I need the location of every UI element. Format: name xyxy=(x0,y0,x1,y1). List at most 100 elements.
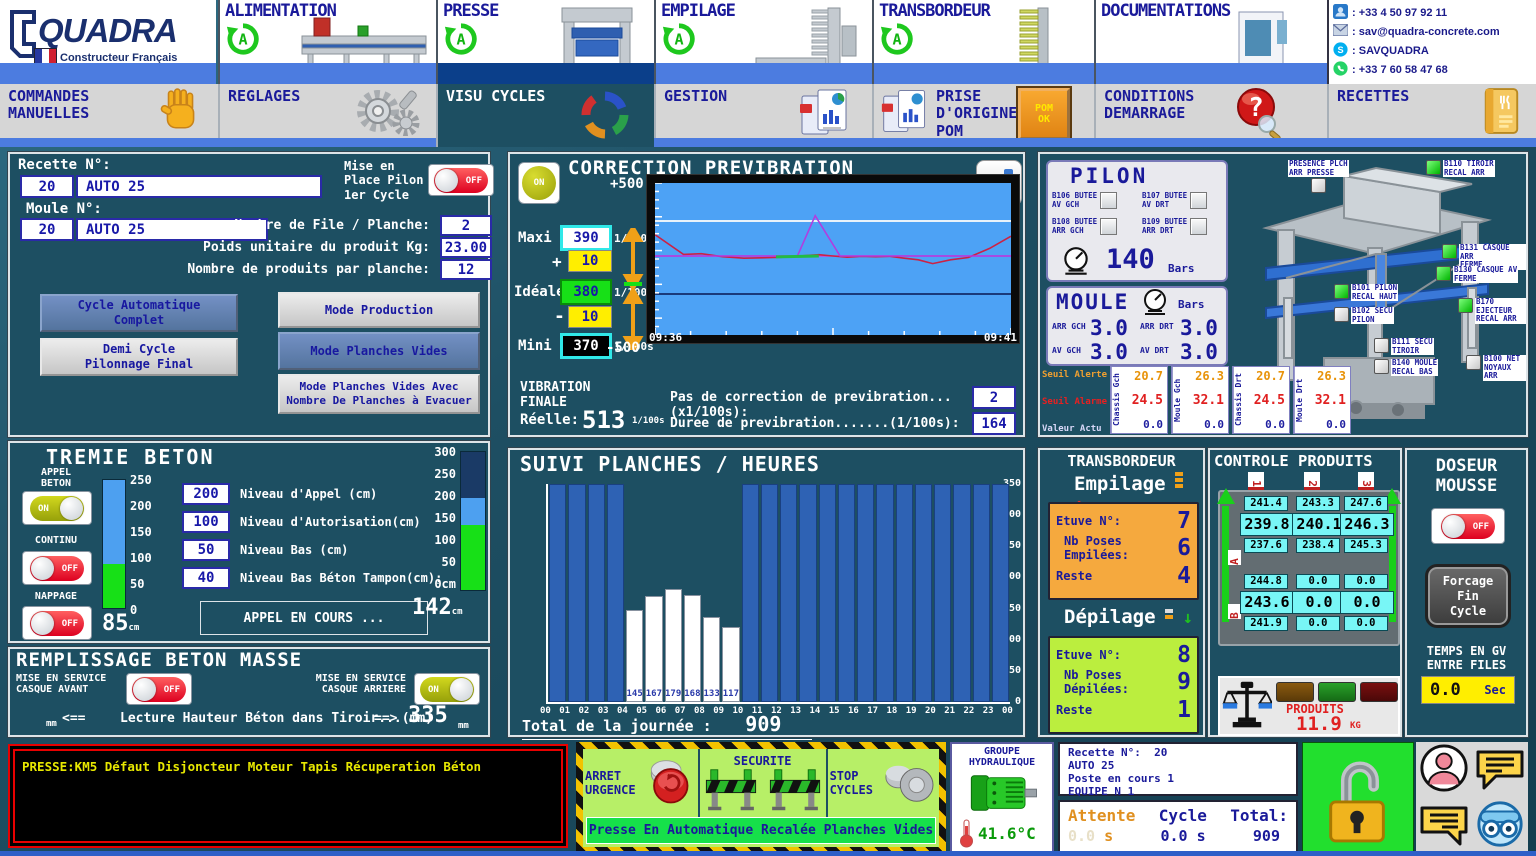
casque-avant-toggle[interactable]: OFF xyxy=(126,673,192,705)
alarm-text: PRESSE:KM5 Défaut Disjoncteur Moteur Tap… xyxy=(22,759,481,774)
empilage-box: Etuve N°:7 Nb Poses Empilées:6 Reste4 xyxy=(1048,502,1199,600)
svg-text:A: A xyxy=(456,31,465,49)
cycle-value: 0.0 xyxy=(1160,827,1187,845)
plus-step-field[interactable]: 10 xyxy=(568,250,612,272)
hour-slot xyxy=(934,484,951,702)
temps-gv-field[interactable]: 0.0 Sec xyxy=(1421,676,1515,704)
robot-assistant-button[interactable] xyxy=(1475,799,1525,853)
pilon-sensor-checkbox[interactable] xyxy=(1190,192,1207,209)
hour-slot xyxy=(742,484,759,702)
depilage-poses-value: 9 xyxy=(1177,669,1191,695)
poids-field[interactable]: 23.00 xyxy=(440,237,492,258)
recette-name-field[interactable]: AUTO 25 xyxy=(76,175,322,198)
sensor-indicator-on xyxy=(1436,266,1451,281)
pressure-gauge-icon xyxy=(1140,288,1170,318)
casque-arriere-toggle[interactable]: ON xyxy=(414,673,480,705)
niveau-autorisation-field[interactable]: 100 xyxy=(182,511,230,533)
groupe-hydraulique-box: GROUPE HYDRAULIQUE 41.6°C xyxy=(950,742,1054,854)
mise-en-place-pilon-label: Mise en Place Pilon 1er Cycle xyxy=(344,159,423,202)
logo-text: QUADRA xyxy=(38,12,177,50)
tab-transbordeur[interactable]: TRANSBORDEUR A xyxy=(872,0,1094,84)
pilon-sensor: B107 BUTEE AV DRT xyxy=(1142,192,1207,209)
nav-gestion[interactable]: GESTION xyxy=(654,84,872,138)
machine-sensor: B101 PILON RECAL HAUT xyxy=(1334,284,1398,301)
minus-step-field[interactable]: 10 xyxy=(568,306,612,328)
mode-planches-vides-nb-button[interactable]: Mode Planches Vides Avec Nombre De Planc… xyxy=(278,374,480,414)
emergency-stop-icon xyxy=(640,757,696,809)
pilon-sensor: B108 BUTEE ARR GCH xyxy=(1052,218,1117,235)
oil-temperature-value: 41.6°C xyxy=(978,824,1036,843)
unlock-button[interactable] xyxy=(1302,742,1414,856)
pilon-sensor-checkbox[interactable] xyxy=(1100,218,1117,235)
cycle-icon xyxy=(580,90,630,144)
pom-ok-button[interactable]: POM OK xyxy=(1018,88,1070,140)
pallet-diagram: A B 241.4243.3247.6239.8240.1246.3237.62… xyxy=(1218,490,1400,646)
tab-presse[interactable]: PRESSE A xyxy=(436,0,654,84)
continu-toggle[interactable]: OFF xyxy=(22,551,92,585)
mode-production-button[interactable]: Mode Production xyxy=(278,292,480,328)
mode-planches-vides-button[interactable]: Mode Planches Vides xyxy=(278,332,480,370)
nb-produits-field[interactable]: 12 xyxy=(440,259,492,280)
niveau-bas-tampon-field[interactable]: 40 xyxy=(182,567,230,589)
niveau-appel-field[interactable]: 200 xyxy=(182,483,230,505)
moule-av-drt-value: 3.0 xyxy=(1180,340,1218,364)
hour-slot xyxy=(992,484,1009,702)
tab-strip xyxy=(1096,63,1327,84)
product-height-big: 243.6 xyxy=(1240,591,1294,614)
niveau-autorisation-label: Niveau d'Autorisation(cm) xyxy=(240,515,421,529)
pilon-sensor-checkbox[interactable] xyxy=(1190,218,1207,235)
forcage-fin-cycle-button[interactable]: Forcage Fin Cycle xyxy=(1425,564,1511,628)
pilon-box: PILON B106 BUTEE AV GCHB107 BUTEE AV DRT… xyxy=(1046,160,1228,282)
moule-box: MOULE Bars ARR GCH 3.0 ARR DRT 3.0 AV GC… xyxy=(1046,286,1228,366)
nav-conditions-demarrage[interactable]: CONDITIONS DEMARRAGE ? xyxy=(1094,84,1327,138)
nav-commandes-manuelles[interactable]: COMMANDES MANUELLES xyxy=(0,84,218,138)
seuil-column: Moule Drt26.332.10.0 xyxy=(1293,366,1351,434)
tab-documentations[interactable]: DOCUMENTATIONS xyxy=(1094,0,1327,84)
seuil-actu-value: 0.0 xyxy=(1308,418,1346,431)
seuil-alarme-value: 32.1 xyxy=(1308,393,1346,408)
hour-bar-empty xyxy=(588,484,605,702)
pilon-sensor-checkbox[interactable] xyxy=(1100,192,1117,209)
duree-previbration-field[interactable]: 164 xyxy=(972,412,1016,435)
range-arrows xyxy=(622,228,644,350)
mise-en-place-pilon-toggle[interactable]: OFF xyxy=(428,164,494,196)
nappage-toggle[interactable]: OFF xyxy=(22,606,92,640)
appel-beton-label: APPEL BETON xyxy=(24,467,88,489)
info-equipe: EQUIPE N 1 xyxy=(1068,785,1288,798)
nav-visu-cycles[interactable]: VISU CYCLES xyxy=(436,84,654,147)
operator-avatar-button[interactable] xyxy=(1419,743,1469,797)
appel-beton-toggle[interactable]: ON xyxy=(22,491,92,525)
nav-prise-origine-pom[interactable]: PRISE D'ORIGINE POM POM OK xyxy=(872,84,1094,138)
nav-label: VISU CYCLES xyxy=(446,88,545,105)
sensor-label: B130 CASQUE AV FERME xyxy=(1453,266,1518,283)
alarm-banner[interactable]: PRESSE:KM5 Défaut Disjoncteur Moteur Tap… xyxy=(8,744,568,848)
chat-log-button[interactable] xyxy=(1418,802,1470,850)
ideale-field[interactable]: 380 xyxy=(560,279,612,305)
contact-email-line: : sav@quadra-concrete.com xyxy=(1333,22,1532,41)
message-bubble-button[interactable] xyxy=(1474,746,1526,794)
moule-number-field[interactable]: 20 xyxy=(20,218,74,241)
tremie-level-gauge-left xyxy=(102,479,126,609)
niveau-bas-field[interactable]: 50 xyxy=(182,539,230,561)
hour-bar-value: 168 xyxy=(684,595,701,702)
files-field[interactable]: 2 xyxy=(440,215,492,236)
mini-field[interactable]: 370 xyxy=(560,333,612,359)
nav-recettes[interactable]: RECETTES xyxy=(1327,84,1536,138)
hour-slot xyxy=(896,484,913,702)
thermometer-icon xyxy=(958,818,974,848)
pas-correction-field[interactable]: 2 xyxy=(972,386,1016,409)
nav-reglages[interactable]: REGLAGES xyxy=(218,84,436,138)
sensor-label: B140 MOULE RECAL BAS xyxy=(1391,359,1438,376)
maxi-field[interactable]: 390 xyxy=(560,225,612,251)
cycle-automatique-complet-button[interactable]: Cycle Automatique Complet xyxy=(40,294,238,332)
demi-cycle-pilonnage-button[interactable]: Demi Cycle Pilonnage Final xyxy=(40,338,238,376)
y-tick-label: 50 xyxy=(1009,665,1021,676)
doseur-mousse-toggle[interactable]: OFF xyxy=(1431,508,1505,544)
pilon-pressure-value: 140 xyxy=(1106,244,1155,275)
tab-alimentation[interactable]: ALIMENTATION A xyxy=(218,0,436,84)
previbration-on-button[interactable]: ON xyxy=(518,162,560,204)
seuil-actu-value: 0.0 xyxy=(1186,418,1224,431)
recette-number-field[interactable]: 20 xyxy=(20,175,74,198)
suivi-total-value: 909 xyxy=(745,712,781,736)
tab-empilage[interactable]: EMPILAGE A xyxy=(654,0,872,84)
